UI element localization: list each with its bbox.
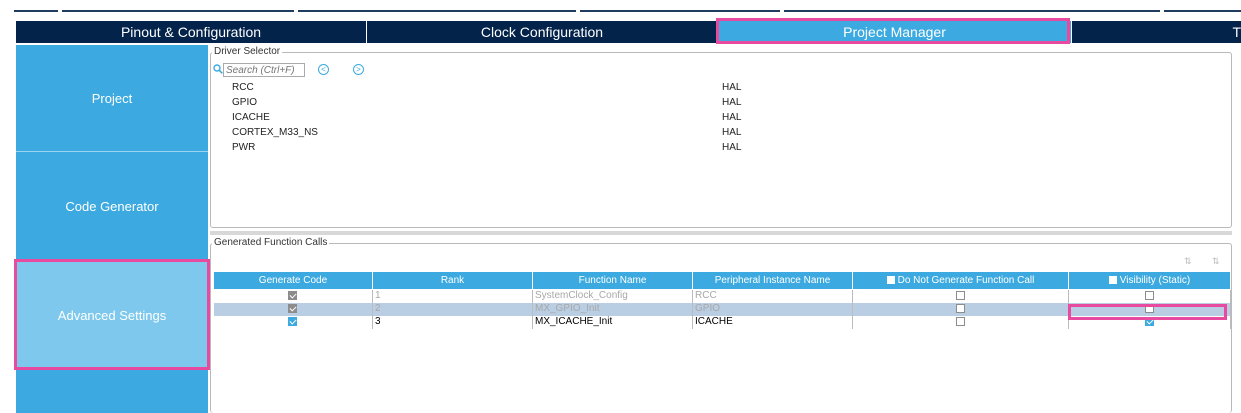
driver-name: PWR (232, 142, 256, 153)
cell-rank: 1 (372, 289, 533, 303)
header-visibility-label: Visibility (Static) (1119, 275, 1191, 286)
driver-type[interactable]: HAL (722, 142, 741, 153)
strip-line (62, 10, 294, 12)
driver-name: CORTEX_M33_NS (232, 127, 318, 138)
header-checkbox[interactable] (1108, 276, 1117, 285)
do-not-generate-checkbox[interactable] (956, 303, 965, 313)
sort-up-icon[interactable]: ⇅ (1184, 256, 1192, 267)
nav-item-advanced-settings[interactable]: Advanced Settings (16, 260, 208, 370)
strip-line (1164, 10, 1241, 12)
driver-name: ICACHE (232, 112, 270, 123)
visibility-checkbox[interactable] (1145, 291, 1154, 301)
search-icon (213, 64, 223, 74)
header-do-not-generate[interactable]: Do Not Generate Function Call (852, 271, 1069, 290)
search-input[interactable] (223, 63, 305, 77)
function-calls-table: Generate Code Rank Function Name Periphe… (213, 271, 1231, 329)
sort-down-icon[interactable]: ⇅ (1212, 256, 1220, 267)
cell-generate (213, 289, 373, 303)
tab-tools[interactable]: T (1072, 21, 1241, 43)
driver-selector-legend: Driver Selector (212, 46, 283, 57)
generated-function-calls-legend: Generated Function Calls (212, 237, 330, 248)
visibility-checkbox[interactable] (1145, 316, 1154, 326)
cell-do-not-generate (852, 315, 1069, 329)
strip-line (14, 10, 58, 12)
cell-function-name: SystemClock_Config (532, 289, 693, 303)
driver-type[interactable]: HAL (722, 127, 741, 138)
cell-function-name: MX_ICACHE_Init (532, 315, 693, 329)
tab-clock-configuration[interactable]: Clock Configuration (367, 21, 718, 43)
panel-splitter[interactable] (210, 231, 1232, 235)
table-row[interactable]: 1 SystemClock_Config RCC (213, 289, 1231, 303)
generate-checkbox[interactable] (288, 316, 298, 326)
arrow-left-circle-icon[interactable]: < (318, 64, 329, 75)
main-tab-bar: Pinout & Configuration Clock Configurati… (16, 21, 1241, 43)
cell-rank: 3 (372, 315, 533, 329)
header-generate-code[interactable]: Generate Code (213, 271, 373, 290)
cell-function-name: MX_GPIO_Init (532, 302, 693, 316)
driver-name: RCC (232, 82, 254, 93)
driver-type[interactable]: HAL (722, 97, 741, 108)
cell-visibility (1068, 315, 1231, 329)
header-rank[interactable]: Rank (372, 271, 533, 290)
cell-visibility (1068, 302, 1231, 316)
driver-type[interactable]: HAL (722, 112, 741, 123)
cell-instance: GPIO (692, 302, 853, 316)
strip-line (298, 10, 576, 12)
strip-line (580, 10, 780, 12)
cell-do-not-generate (852, 289, 1069, 303)
visibility-checkbox[interactable] (1145, 303, 1154, 313)
header-function-name[interactable]: Function Name (532, 271, 693, 290)
nav-item-code-generator[interactable]: Code Generator (16, 153, 208, 260)
left-nav: Project Code Generator Advanced Settings (16, 45, 208, 413)
table-row[interactable]: 2 MX_GPIO_Init GPIO (213, 302, 1231, 316)
do-not-generate-checkbox[interactable] (956, 291, 965, 301)
cell-visibility (1068, 289, 1231, 303)
cell-generate (213, 315, 373, 329)
tab-pinout-configuration[interactable]: Pinout & Configuration (16, 21, 367, 43)
driver-name: GPIO (232, 97, 258, 108)
cell-instance: ICACHE (692, 315, 853, 329)
table-row[interactable]: 3 MX_ICACHE_Init ICACHE (213, 315, 1231, 329)
cell-instance: RCC (692, 289, 853, 303)
generate-checkbox[interactable] (288, 303, 298, 313)
nav-item-project[interactable]: Project (16, 45, 208, 152)
strip-line (784, 10, 1160, 12)
cell-generate (213, 302, 373, 316)
top-tab-strip (0, 0, 1241, 18)
tab-project-manager[interactable]: Project Manager (718, 21, 1072, 43)
header-checkbox[interactable] (886, 276, 895, 285)
cell-rank: 2 (372, 302, 533, 316)
header-peripheral-instance[interactable]: Peripheral Instance Name (692, 271, 853, 290)
header-do-not-generate-label: Do Not Generate Function Call (897, 275, 1035, 286)
do-not-generate-checkbox[interactable] (956, 316, 965, 326)
driver-type[interactable]: HAL (722, 82, 741, 93)
driver-selector-panel (210, 52, 1232, 228)
generate-checkbox[interactable] (288, 291, 298, 301)
header-visibility[interactable]: Visibility (Static) (1068, 271, 1231, 290)
table-header-row: Generate Code Rank Function Name Periphe… (213, 271, 1231, 290)
arrow-right-circle-icon[interactable]: > (353, 64, 364, 75)
cell-do-not-generate (852, 302, 1069, 316)
